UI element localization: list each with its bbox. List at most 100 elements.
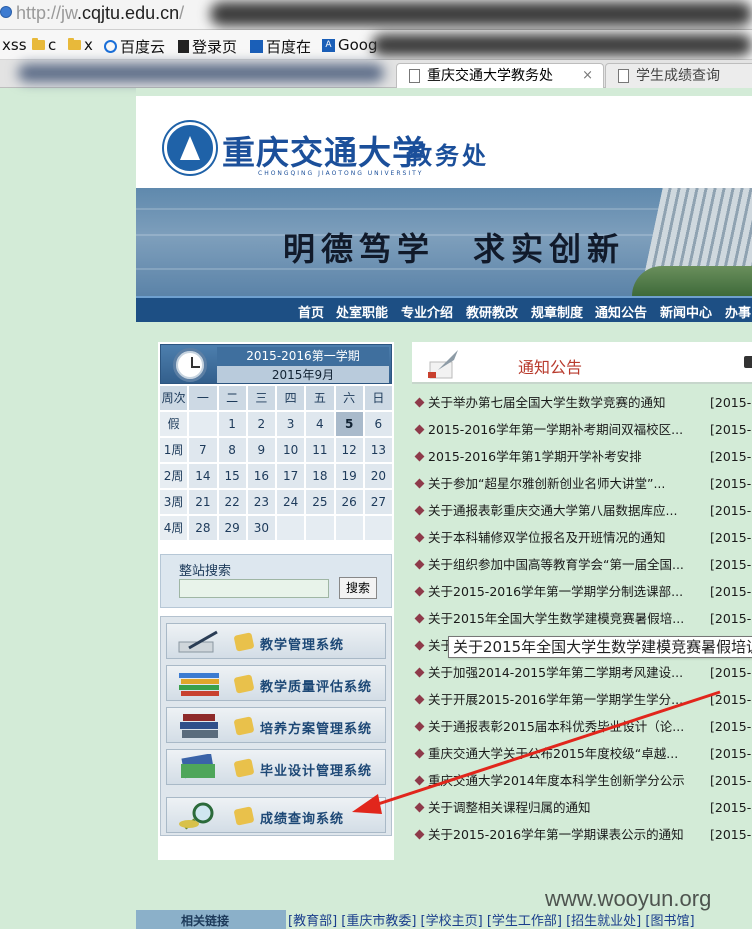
notice-date: [2015-7 — [710, 584, 752, 599]
notice-item[interactable]: 关于本科辅修双学位报名及开班情况的通知 [2015-7 — [414, 529, 752, 556]
star-icon — [233, 758, 255, 778]
notice-date: [2015-9 — [710, 395, 752, 410]
address-bar[interactable]: http://jw.cqjtu.edu.cn/ — [0, 0, 752, 30]
notice-date: [2015-9 — [710, 422, 752, 437]
close-icon[interactable]: × — [582, 64, 593, 88]
notice-item[interactable]: 关于调整相关课程归属的通知 [2015-6 — [414, 799, 752, 826]
nav-research[interactable]: 教研教改 — [466, 302, 518, 321]
calendar-day: 4 — [306, 412, 334, 436]
footer-links[interactable]: [教育部] [重庆市教委] [学校主页] [学生工作部] [招生就业处] [图书… — [288, 910, 695, 929]
baidu-icon — [104, 40, 117, 53]
calendar-day: 10 — [277, 438, 305, 462]
nav-home[interactable]: 首页 — [298, 302, 324, 321]
notice-title-text[interactable]: 2015-2016学年第一学期补考期间双福校区... — [428, 422, 683, 437]
notice-item[interactable]: 重庆交通大学2014年度本科学生创新学分公示 [2015-6 — [414, 772, 752, 799]
calendar-day: 3 — [277, 412, 305, 436]
office-name: 教务处 — [408, 141, 489, 170]
system-link-score-query[interactable]: 成绩查询系统 — [166, 797, 386, 833]
calendar-day: 12 — [335, 438, 363, 462]
notice-item[interactable]: 关于2015-2016学年第一学期课表公示的通知 [2015-6 — [414, 826, 752, 853]
notice-date: [2015-6 — [710, 719, 752, 734]
tab-label: 学生成绩查询 — [636, 68, 720, 84]
page-icon — [250, 40, 263, 53]
bookmark-login[interactable]: 登录页 — [178, 36, 237, 57]
nav-majors[interactable]: 专业介绍 — [401, 302, 453, 321]
notice-item[interactable]: 关于组织参加中国高等教育学会“第一届全国... [2015-7 — [414, 556, 752, 583]
calendar-weekday-header: 二 — [218, 386, 246, 410]
notice-item[interactable]: 关于2015-2016学年第一学期学分制选课部... [2015-7 — [414, 583, 752, 610]
slogan-text: 明德笃学 求实创新 — [283, 230, 626, 268]
notice-date: [2015-6 — [710, 800, 752, 815]
calendar-header: 2015-2016第一学期 2015年9月 — [160, 344, 392, 384]
notice-title-text[interactable]: 关于加强2014-2015学年第二学期考风建设... — [428, 665, 683, 680]
main-nav: 首页 处室职能 专业介绍 教研教改 规章制度 通知公告 新闻中心 办事 — [136, 296, 752, 322]
tab-jwc[interactable]: 重庆交通大学教务处 × — [396, 63, 604, 88]
notice-title-text[interactable]: 重庆交通大学关于公布2015年度校级“卓越... — [428, 746, 678, 761]
system-link-graduation[interactable]: 毕业设计管理系统 — [166, 749, 386, 785]
bookmark-baiduzai[interactable]: 百度在 — [250, 36, 311, 57]
bookmark-xss[interactable]: xss — [2, 36, 27, 54]
notice-title-text[interactable]: 关于2015-2016学年第一学期学分制选课部... — [428, 584, 683, 599]
nav-notices[interactable]: 通知公告 — [595, 302, 647, 321]
notice-date: [2015-7 — [710, 530, 752, 545]
tab-label: 重庆交通大学教务处 — [427, 68, 553, 84]
notice-item[interactable]: 2015-2016学年第1学期开学补考安排 [2015-7 — [414, 448, 752, 475]
notice-item[interactable]: 关于开展2015-2016学年第一学期学生学分... [2015-6 — [414, 691, 752, 718]
notice-title-text[interactable]: 关于通报表彰重庆交通大学第八届数据库应... — [428, 503, 677, 518]
notice-title-text[interactable]: 关于举办第七届全国大学生数学竞赛的通知 — [428, 395, 666, 410]
diamond-bullet-icon — [414, 694, 425, 705]
nav-services[interactable]: 办事 — [725, 302, 751, 321]
notice-title-text[interactable]: 关于调整相关课程归属的通知 — [428, 800, 591, 815]
notice-title-text[interactable]: 关于通报表彰2015届本科优秀毕业设计（论... — [428, 719, 684, 734]
bookmark-c[interactable]: c — [32, 36, 56, 54]
diamond-bullet-icon — [414, 721, 425, 732]
notice-title-text[interactable]: 2015-2016学年第1学期开学补考安排 — [428, 449, 642, 464]
site-search: 整站搜索 搜索 — [160, 554, 392, 608]
search-button[interactable]: 搜索 — [339, 577, 377, 599]
redaction-blur — [210, 2, 752, 26]
url-text[interactable]: http://jw.cqjtu.edu.cn/ — [16, 3, 184, 24]
notice-item[interactable]: 重庆交通大学关于公布2015年度校级“卓越... [2015-6 — [414, 745, 752, 772]
system-link-curriculum[interactable]: 培养方案管理系统 — [166, 707, 386, 743]
system-link-quality[interactable]: 教学质量评估系统 — [166, 665, 386, 701]
notice-item[interactable]: 关于加强2014-2015学年第二学期考风建设... [2015-6 — [414, 664, 752, 691]
calendar-week-label: 假 — [160, 412, 188, 436]
nav-functions[interactable]: 处室职能 — [336, 302, 388, 321]
search-input[interactable] — [179, 579, 329, 598]
diamond-bullet-icon — [414, 802, 425, 813]
calendar-day — [335, 516, 363, 540]
notice-title-text[interactable]: 关于参加“超星尔雅创新创业名师大讲堂”... — [428, 476, 665, 491]
calendar-weekday-header: 一 — [189, 386, 217, 410]
diamond-bullet-icon — [414, 667, 425, 678]
notice-item[interactable]: 关于通报表彰2015届本科优秀毕业设计（论... [2015-6 — [414, 718, 752, 745]
notice-date: [2015-6 — [710, 827, 752, 842]
notice-title-text[interactable]: 关于2015-2016学年第一学期课表公示的通知 — [428, 827, 684, 842]
more-icon[interactable] — [744, 356, 752, 368]
notice-item[interactable]: 关于参加“超星尔雅创新创业名师大讲堂”... [2015-7 — [414, 475, 752, 502]
notice-title-text[interactable]: 关于组织参加中国高等教育学会“第一届全国... — [428, 557, 684, 572]
diamond-bullet-icon — [414, 559, 425, 570]
notice-item[interactable]: 关于举办第七届全国大学生数学竞赛的通知 [2015-9 — [414, 394, 752, 421]
left-sidebar: 2015-2016第一学期 2015年9月 周次一二三四五六日假 1 2 3 4 5 6 1周… — [158, 342, 394, 860]
nav-news[interactable]: 新闻中心 — [660, 302, 712, 321]
tab-score-query[interactable]: 学生成绩查询 — [605, 63, 752, 88]
notice-item[interactable]: 2015-2016学年第一学期补考期间双福校区... [2015-9 — [414, 421, 752, 448]
notice-title-text[interactable]: 关于本科辅修双学位报名及开班情况的通知 — [428, 530, 666, 545]
notice-item[interactable]: 关于2015年全国大学生数学建模竞赛暑假培... [2015-6 — [414, 610, 752, 637]
nav-rules[interactable]: 规章制度 — [531, 302, 583, 321]
system-link-teaching[interactable]: 教学管理系统 — [166, 623, 386, 659]
search-title: 整站搜索 — [179, 564, 232, 579]
notice-title: 通知公告 — [518, 358, 583, 377]
notice-title-text[interactable]: 关于2015年全国大学生数学建模竞赛暑假培... — [428, 611, 684, 626]
bookmark-x[interactable]: x — [68, 36, 93, 54]
web-page: 重庆交通大学 教务处 CHONGQING JIAOTONG UNIVERSITY… — [136, 88, 752, 929]
bookmark-baiduyun[interactable]: 百度云 — [104, 36, 165, 57]
bookmark-google[interactable]: A Goog — [322, 36, 378, 54]
bookmarks-bar: xss c x 百度云 登录页 百度在 A Goog — [0, 30, 752, 60]
calendar-grid: 周次一二三四五六日假 1 2 3 4 5 6 1周 7 8 9 10 11 12 13 2周 14 15 16 17 1… — [160, 386, 392, 540]
notice-title-text[interactable]: 重庆交通大学2014年度本科学生创新学分公示 — [428, 773, 685, 788]
star-icon — [233, 632, 255, 652]
notice-item[interactable]: 关于通报表彰重庆交通大学第八届数据库应... [2015-7 — [414, 502, 752, 529]
notice-title-text[interactable]: 关于开展2015-2016学年第一学期学生学分... — [428, 692, 683, 707]
folder-icon — [68, 38, 81, 50]
